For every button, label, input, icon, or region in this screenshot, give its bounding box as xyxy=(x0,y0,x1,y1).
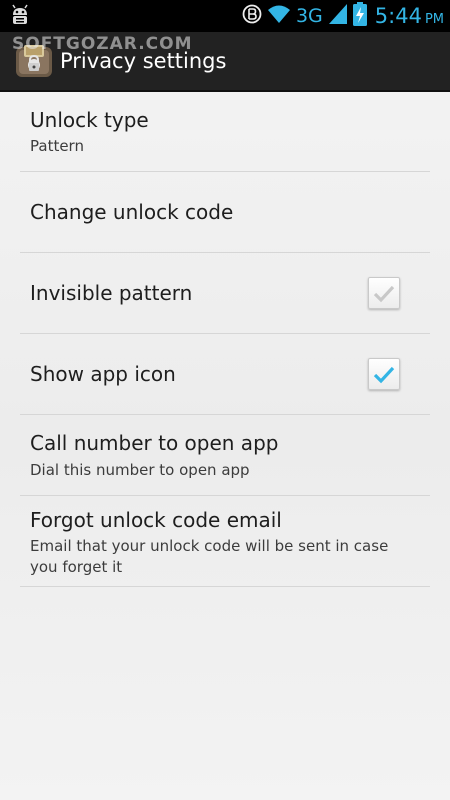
status-bar: 3G 5:44 PM xyxy=(0,0,450,32)
setting-show-app-icon[interactable]: Show app icon xyxy=(20,334,430,415)
setting-title: Change unlock code xyxy=(30,200,234,224)
cell-signal-icon xyxy=(328,3,348,29)
android-debug-icon xyxy=(8,4,32,28)
action-bar: SOFTGOZAR.COM Privacy settings xyxy=(0,32,450,92)
check-icon xyxy=(373,366,395,384)
data-sync-icon xyxy=(242,4,262,28)
show-app-icon-checkbox[interactable] xyxy=(368,358,400,390)
setting-unlock-type[interactable]: Unlock type Pattern xyxy=(20,92,430,172)
setting-title: Unlock type xyxy=(30,108,149,132)
setting-call-number[interactable]: Call number to open app Dial this number… xyxy=(20,415,430,496)
setting-title: Call number to open app xyxy=(30,431,279,455)
setting-invisible-pattern[interactable]: Invisible pattern xyxy=(20,253,430,334)
settings-list: Unlock type Pattern Change unlock code I… xyxy=(20,92,430,587)
clock: 5:44 PM xyxy=(375,4,444,28)
setting-summary: Dial this number to open app xyxy=(30,461,250,479)
invisible-pattern-checkbox[interactable] xyxy=(368,277,400,309)
setting-title: Forgot unlock code email xyxy=(30,508,282,532)
clock-ampm: PM xyxy=(424,12,444,27)
wifi-icon xyxy=(267,4,291,28)
clock-time: 5:44 xyxy=(374,4,422,28)
watermark-text: SOFTGOZAR.COM xyxy=(12,34,193,54)
setting-summary: Email that your unlock code will be sent… xyxy=(30,537,389,576)
setting-change-unlock-code[interactable]: Change unlock code xyxy=(20,172,430,253)
setting-summary: Pattern xyxy=(30,137,84,155)
check-icon xyxy=(373,285,395,303)
network-type-label: 3G xyxy=(295,5,323,27)
battery-charging-icon xyxy=(352,2,367,30)
setting-forgot-email[interactable]: Forgot unlock code email Email that your… xyxy=(20,496,430,587)
